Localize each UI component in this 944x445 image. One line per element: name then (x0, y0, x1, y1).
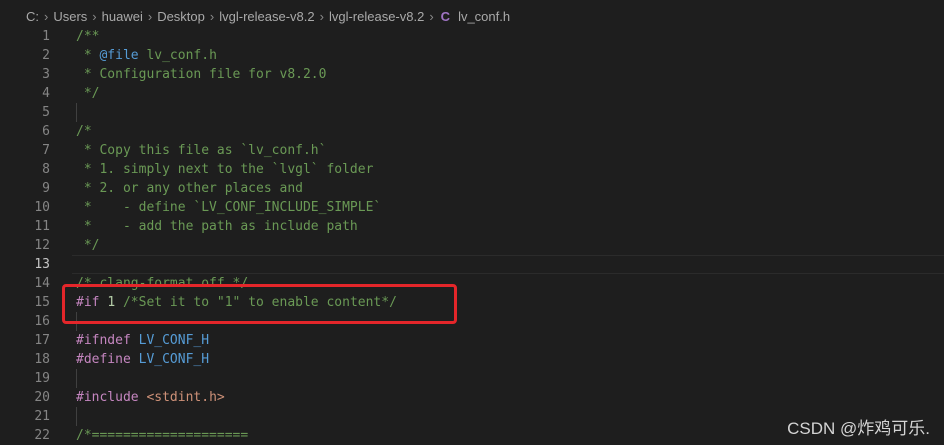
code-token: lv_conf.h (138, 48, 217, 63)
line-number: 8 (42, 162, 50, 177)
indent-guide (76, 407, 77, 426)
line-number: 18 (34, 352, 50, 367)
indent-guide (76, 103, 77, 122)
code-token: /*==================== (76, 428, 249, 443)
code-line[interactable]: 13 (0, 255, 944, 274)
breadcrumb-separator-icon: › (319, 8, 324, 24)
line-number: 3 (42, 67, 50, 82)
editor-scrollbar[interactable] (930, 32, 944, 445)
code-token: * (76, 48, 100, 63)
breadcrumb-item-users[interactable]: Users (51, 9, 89, 24)
code-token: * 2. or any other places and (76, 181, 303, 196)
code-text: * Copy this file as `lv_conf.h` (76, 141, 327, 160)
code-token: * - add the path as include path (76, 219, 358, 234)
line-number: 13 (34, 257, 50, 272)
line-number: 4 (42, 86, 50, 101)
code-text: * @file lv_conf.h (76, 46, 217, 65)
current-line-highlight (72, 255, 944, 274)
line-number: 6 (42, 124, 50, 139)
code-line[interactable]: 1 /** (0, 27, 944, 46)
code-token: #define (76, 352, 131, 367)
code-token: */ (76, 86, 100, 101)
code-token: */ (76, 238, 100, 253)
line-number: 21 (34, 409, 50, 424)
code-token: * Copy this file as `lv_conf.h` (76, 143, 327, 158)
line-number: 16 (34, 314, 50, 329)
breadcrumb-item-file[interactable]: lv_conf.h (456, 9, 512, 24)
code-text: * 2. or any other places and (76, 179, 303, 198)
breadcrumb-item-user[interactable]: huawei (100, 9, 145, 24)
line-number: 20 (34, 390, 50, 405)
code-line[interactable]: 8 * 1. simply next to the `lvgl` folder (0, 160, 944, 179)
line-number: 2 (42, 48, 50, 63)
code-text: */ (76, 236, 100, 255)
code-token: * Configuration file for v8.2.0 (76, 67, 327, 82)
breadcrumb-separator-icon: › (147, 8, 153, 24)
code-editor[interactable]: 1/** 2 * @file lv_conf.h 3 * Configuration… (0, 27, 944, 445)
line-number: 1 (42, 29, 50, 44)
code-text: * - define `LV_CONF_INCLUDE_SIMPLE` (76, 198, 381, 217)
code-line[interactable]: 5 (0, 103, 944, 122)
line-number: 7 (42, 143, 50, 158)
code-line[interactable]: 7 * Copy this file as `lv_conf.h` (0, 141, 944, 160)
line-number: 10 (34, 200, 50, 215)
breadcrumb-item-desktop[interactable]: Desktop (155, 9, 207, 24)
code-token: * - define `LV_CONF_INCLUDE_SIMPLE` (76, 200, 382, 215)
line-number: 12 (34, 238, 50, 253)
watermark: CSDN @炸鸡可乐. (787, 419, 930, 438)
code-token: * 1. simply next to the `lvgl` folder (76, 162, 374, 177)
breadcrumb-item-folder[interactable]: lvgl-release-v8.2 (217, 9, 316, 24)
breadcrumb-item-subfolder[interactable]: lvgl-release-v8.2 (327, 9, 426, 24)
breadcrumb-separator-icon: › (209, 8, 215, 24)
code-text: #include <stdint.h> (76, 388, 225, 407)
code-token: LV_CONF_H (130, 352, 210, 367)
code-line[interactable]: 6 /* (0, 122, 944, 141)
code-line[interactable]: 4 */ (0, 84, 944, 103)
code-token: LV_CONF_H (130, 333, 210, 348)
code-text: /* (76, 122, 92, 141)
code-text: * 1. simply next to the `lvgl` folder (76, 160, 374, 179)
code-text: /** (76, 27, 99, 46)
line-number: 19 (34, 371, 50, 386)
line-number: 5 (42, 105, 50, 120)
code-text: /*==================== (76, 426, 248, 445)
code-line[interactable]: 9 * 2. or any other places and (0, 179, 944, 198)
code-line[interactable]: 2 * @file lv_conf.h (0, 46, 944, 65)
code-line[interactable]: 19 (0, 369, 944, 388)
code-token: <stdint.h> (138, 390, 225, 405)
code-token: #ifndef (76, 333, 131, 348)
line-number: 9 (42, 181, 50, 196)
code-line[interactable]: 12 */ (0, 236, 944, 255)
code-token: #include (76, 390, 139, 405)
breadcrumb-separator-icon: › (44, 8, 49, 24)
code-line[interactable]: 20 #include <stdint.h> (0, 388, 944, 407)
highlight-box (62, 284, 457, 324)
breadcrumb-separator-icon: › (429, 8, 434, 24)
code-text: #ifndef LV_CONF_H (76, 331, 209, 350)
code-text: #define LV_CONF_H (76, 350, 209, 369)
code-line[interactable]: 11 * - add the path as include path (0, 217, 944, 236)
code-text: */ (76, 84, 100, 103)
line-number: 11 (34, 219, 50, 234)
code-text: * Configuration file for v8.2.0 (76, 65, 327, 84)
line-number: 15 (34, 295, 50, 310)
code-line[interactable]: 17 #ifndef LV_CONF_H (0, 331, 944, 350)
code-token: /** (76, 29, 100, 44)
code-line[interactable]: 10 * - define `LV_CONF_INCLUDE_SIMPLE` (0, 198, 944, 217)
code-token: @file (99, 48, 139, 63)
c-file-icon: C (440, 8, 451, 24)
line-number: 22 (34, 428, 50, 443)
line-number: 17 (34, 333, 50, 348)
code-line[interactable]: 3 * Configuration file for v8.2.0 (0, 65, 944, 84)
code-line[interactable]: 18 #define LV_CONF_H (0, 350, 944, 369)
indent-guide (76, 369, 77, 388)
breadcrumb-item-drive[interactable]: C: (24, 9, 41, 24)
breadcrumb-separator-icon: › (92, 8, 97, 24)
code-token: /* (76, 124, 92, 139)
code-text: * - add the path as include path (76, 217, 358, 236)
line-number: 14 (34, 276, 50, 291)
